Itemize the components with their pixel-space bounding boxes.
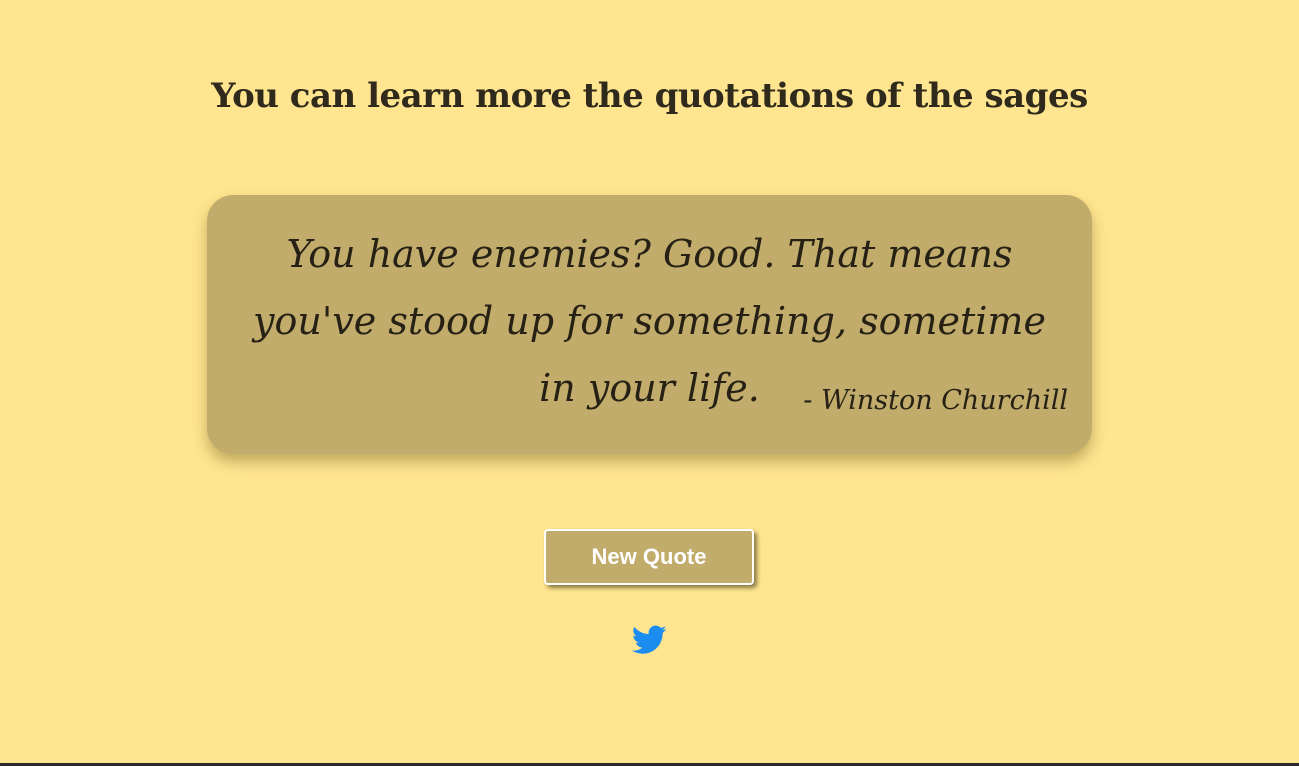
twitter-icon bbox=[632, 624, 667, 656]
page: You can learn more the quotations of the… bbox=[0, 0, 1299, 766]
page-title: You can learn more the quotations of the… bbox=[211, 76, 1088, 116]
quote-author: - Winston Churchill bbox=[803, 385, 1068, 416]
tweet-quote-link[interactable] bbox=[632, 624, 667, 656]
new-quote-button[interactable]: New Quote bbox=[544, 529, 754, 585]
quote-card: You have enemies? Good. That means you'v… bbox=[207, 195, 1092, 454]
